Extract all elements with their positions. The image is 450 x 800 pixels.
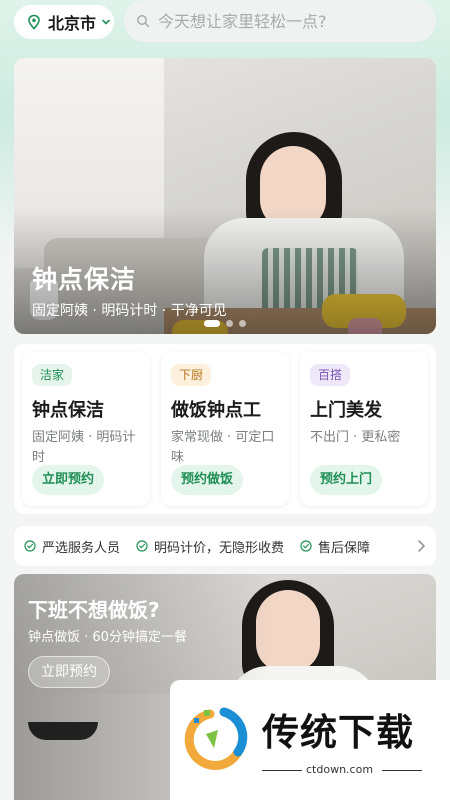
watermark: 传统下载 ctdown.com xyxy=(170,680,450,800)
location-pin-icon xyxy=(28,14,40,30)
service-card-haircut[interactable]: 百搭 上门美发 不出门 · 更私密 预约上门 xyxy=(300,352,428,506)
banner-subtitle: 固定阿姨 · 明码计时 · 干净可见 xyxy=(32,303,227,319)
guarantee-label: 明码计价，无隐形收费 xyxy=(154,540,285,556)
check-circle-icon xyxy=(300,540,312,552)
service-description: 固定阿姨 · 明码计时 xyxy=(32,430,136,465)
service-description: 不出门 · 更私密 xyxy=(310,430,401,445)
watermark-line-left xyxy=(262,770,302,771)
chevron-down-icon xyxy=(102,19,110,25)
search-bar[interactable] xyxy=(124,0,436,42)
search-icon xyxy=(137,15,150,28)
carousel-dot[interactable] xyxy=(239,320,246,327)
city-label: 北京市 xyxy=(48,14,97,33)
service-description: 家常现做 · 可定口味 xyxy=(171,430,275,465)
book-haircut-button[interactable]: 预约上门 xyxy=(310,465,383,495)
guarantee-label: 售后保障 xyxy=(318,540,371,556)
service-tag: 百搭 xyxy=(310,364,351,386)
check-circle-icon xyxy=(24,540,36,552)
banner-title: 钟点保洁 xyxy=(32,265,137,294)
search-input[interactable] xyxy=(158,11,428,31)
guarantee-strip[interactable]: 严选服务人员 明码计价，无隐形收费 售后保障 xyxy=(14,526,436,566)
service-tag: 下厨 xyxy=(171,364,212,386)
service-title: 做饭钟点工 xyxy=(171,400,261,421)
watermark-text: 传统下载 xyxy=(262,711,414,754)
city-selector[interactable]: 北京市 xyxy=(14,5,114,39)
service-card-cooking[interactable]: 下厨 做饭钟点工 家常现做 · 可定口味 预约做饭 xyxy=(161,352,289,506)
service-tag: 洁家 xyxy=(32,364,73,386)
chevron-right-icon[interactable] xyxy=(416,539,426,553)
watermark-url: ctdown.com xyxy=(306,763,374,776)
book-cooking-button[interactable]: 预约做饭 xyxy=(171,465,244,495)
promo-subtitle: 钟点做饭 · 60分钟搞定一餐 xyxy=(28,630,187,645)
watermark-line-right xyxy=(382,770,422,771)
promo-book-button[interactable]: 立即预约 xyxy=(28,656,110,688)
carousel-dot[interactable] xyxy=(226,320,233,327)
top-bar: 北京市 xyxy=(0,0,450,46)
book-cleaning-button[interactable]: 立即预约 xyxy=(32,465,105,495)
guarantee-item: 售后保障 xyxy=(300,537,370,556)
hero-banner[interactable]: 钟点保洁 固定阿姨 · 明码计时 · 干净可见 xyxy=(14,58,436,334)
service-title: 钟点保洁 xyxy=(32,400,104,421)
carousel-indicator xyxy=(204,320,252,327)
carousel-dot-active[interactable] xyxy=(204,320,220,327)
watermark-logo-icon xyxy=(184,707,248,770)
guarantee-item: 明码计价，无隐形收费 xyxy=(136,537,284,556)
guarantee-label: 严选服务人员 xyxy=(42,540,121,556)
service-title: 上门美发 xyxy=(310,400,382,421)
check-circle-icon xyxy=(136,540,148,552)
service-card-cleaning[interactable]: 洁家 钟点保洁 固定阿姨 · 明码计时 立即预约 xyxy=(22,352,150,506)
service-cards: 洁家 钟点保洁 固定阿姨 · 明码计时 立即预约 下厨 做饭钟点工 家常现做 ·… xyxy=(14,344,436,514)
guarantee-item: 严选服务人员 xyxy=(24,537,120,556)
promo-title: 下班不想做饭? xyxy=(28,598,160,622)
